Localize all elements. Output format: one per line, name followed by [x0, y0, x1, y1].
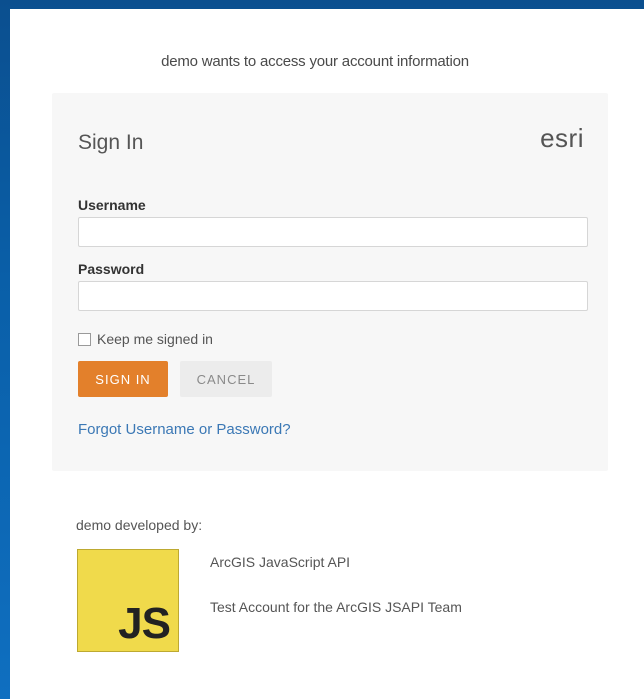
javascript-logo-icon: JS [77, 549, 179, 652]
javascript-logo-text: JS [118, 599, 171, 648]
access-request-text: demo wants to access your account inform… [161, 53, 469, 70]
authorization-panel: demo wants to access your account inform… [10, 9, 644, 699]
password-label: Password [78, 261, 145, 277]
forgot-credentials-link[interactable]: Forgot Username or Password? [78, 421, 291, 438]
developer-name: ArcGIS JavaScript API [210, 554, 351, 570]
cancel-button[interactable]: CANCEL [180, 361, 272, 397]
username-label: Username [78, 197, 146, 213]
developer-description: Test Account for the ArcGIS JSAPI Team [210, 599, 462, 615]
sign-in-title: Sign In [78, 131, 144, 154]
sign-in-button[interactable]: SIGN IN [78, 361, 168, 397]
esri-logo: esri [540, 123, 584, 153]
developer-heading: demo developed by: [76, 517, 203, 533]
keep-signed-in-checkbox[interactable] [78, 332, 91, 346]
sign-in-card: Sign In esri Username Password Keep me s… [52, 93, 608, 471]
keep-signed-in-label: Keep me signed in [97, 331, 213, 347]
password-input[interactable] [78, 281, 588, 311]
keep-signed-in-row: Keep me signed in [78, 331, 213, 347]
username-input[interactable] [78, 217, 588, 247]
